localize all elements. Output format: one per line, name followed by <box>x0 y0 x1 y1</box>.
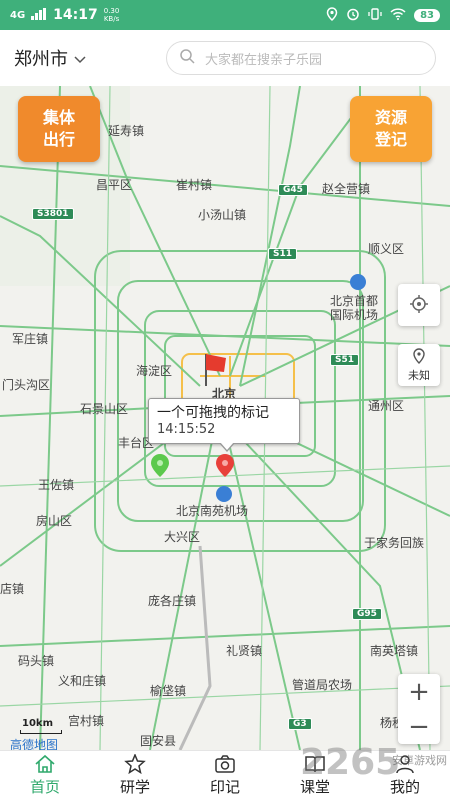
map-label: 店镇 <box>0 582 25 596</box>
watermark: 2265 <box>300 742 401 783</box>
network-speed: 0.30 KB/s <box>103 7 120 23</box>
city-name: 郑州市 <box>14 49 68 70</box>
city-selector[interactable]: 郑州市 <box>14 45 86 71</box>
map-label: 崔村镇 <box>176 178 213 192</box>
battery-indicator: 83 <box>414 8 440 22</box>
map-label: 赵全营镇 <box>322 182 371 196</box>
map-label: 南英塔镇 <box>370 644 419 658</box>
wifi-icon <box>390 7 406 23</box>
map-label: 义和庄镇 <box>58 674 107 688</box>
road-shield: S3801 <box>32 208 74 220</box>
map-view[interactable]: 延寿镇 昌平区 崔村镇 赵全营镇 小汤山镇 顺义区 北京首都 国际机场 军庄镇 … <box>0 86 450 750</box>
map-label: 房山区 <box>36 514 73 528</box>
road-shield: G45 <box>278 184 308 196</box>
zoom-in-button[interactable]: + <box>408 677 430 707</box>
map-scale-label: 10km <box>22 718 53 729</box>
weather-button[interactable]: 未知 <box>398 344 440 386</box>
watermark-sub: 安卓游戏网 <box>392 754 447 767</box>
map-label: 门头沟区 <box>2 378 51 392</box>
map-label: 延寿镇 <box>108 124 145 138</box>
status-time: 14:17 <box>53 7 98 23</box>
map-label: 管道局农场 <box>292 678 353 692</box>
map-label: 大兴区 <box>164 530 201 544</box>
search-input[interactable]: 大家都在搜亲子乐园 <box>166 41 436 75</box>
pin-icon <box>412 347 426 367</box>
network-indicator: 4G <box>10 9 26 21</box>
map-label: 国际机场 <box>330 308 379 322</box>
locate-button[interactable] <box>398 284 440 326</box>
map-label: 码头镇 <box>18 654 55 668</box>
search-placeholder: 大家都在搜亲子乐园 <box>205 52 323 68</box>
tab-imprint-label: 印记 <box>209 778 240 796</box>
marker-info-window[interactable]: 一个可拖拽的标记 14:15:52 <box>148 398 300 452</box>
map-label: 固安县 <box>140 734 177 748</box>
group-travel-label: 集体出行 <box>42 108 75 149</box>
chevron-down-icon <box>74 48 86 69</box>
marker-time: 14:15:52 <box>157 422 216 437</box>
road-shield: G95 <box>352 608 382 620</box>
unknown-label: 未知 <box>408 368 430 382</box>
group-travel-button[interactable]: 集体出行 <box>18 96 100 162</box>
header: 郑州市 大家都在搜亲子乐园 <box>0 30 450 86</box>
road-shield: G3 <box>288 718 312 730</box>
road-shield: S11 <box>268 248 298 260</box>
locate-icon <box>409 294 429 317</box>
star-icon <box>124 754 146 774</box>
map-label: 庞各庄镇 <box>148 594 197 608</box>
map-label: 小汤山镇 <box>198 208 247 222</box>
map-label: 海淀区 <box>136 364 173 378</box>
search-icon <box>179 48 195 68</box>
signal-icon <box>31 7 47 23</box>
tab-home-label: 首页 <box>29 778 60 796</box>
alarm-icon <box>346 7 360 24</box>
map-label: 王佐镇 <box>38 478 75 492</box>
zoom-control: + − <box>398 674 440 744</box>
location-icon <box>326 6 338 24</box>
camera-icon <box>215 755 235 773</box>
tab-study-label: 研学 <box>119 778 150 796</box>
tab-imprint[interactable]: 印记 <box>180 751 270 800</box>
map-label: 昌平区 <box>96 178 133 192</box>
home-icon <box>35 754 55 773</box>
map-label: 顺义区 <box>368 242 405 256</box>
map-label: 于家务回族 <box>364 536 425 550</box>
map-scale-bar <box>20 730 62 734</box>
tab-study[interactable]: 研学 <box>90 751 180 800</box>
map-label: 礼贤镇 <box>226 644 263 658</box>
vibrate-icon <box>368 7 382 24</box>
map-label: 宫村镇 <box>68 714 105 728</box>
resource-register-button[interactable]: 资源登记 <box>350 96 432 162</box>
resource-register-label: 资源登记 <box>374 108 407 149</box>
map-label: 北京南苑机场 <box>176 504 249 518</box>
marker-title: 一个可拖拽的标记 <box>157 405 269 421</box>
map-label: 石景山区 <box>80 402 129 416</box>
map-label: 通州区 <box>368 399 405 413</box>
map-label: 军庄镇 <box>12 332 49 346</box>
map-provider-logo: 高德地图 <box>10 738 59 750</box>
bubble-tail <box>219 442 235 452</box>
road-shield: S51 <box>330 354 360 366</box>
map-label: 榆垡镇 <box>150 684 187 698</box>
zoom-out-button[interactable]: − <box>408 712 430 742</box>
status-bar: 4G 14:17 0.30 KB/s 83 <box>0 0 450 30</box>
tab-home[interactable]: 首页 <box>0 751 90 800</box>
